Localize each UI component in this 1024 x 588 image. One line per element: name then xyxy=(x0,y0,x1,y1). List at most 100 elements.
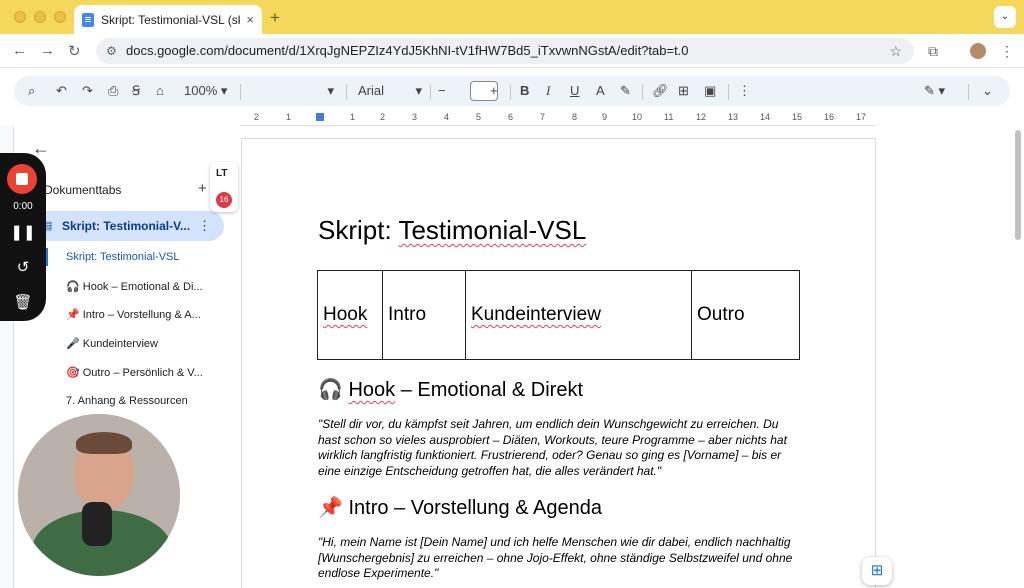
reload-icon[interactable]: ↻ xyxy=(68,42,81,60)
docs-toolbar: ⌕ ↶ ↷ ⎙ Ꞩ ⌂ 100% ▾ ▾ Arial ▾ − + B I U A … xyxy=(14,76,1010,106)
hook-heading: 🎧 Hook – Emotional & Direkt xyxy=(318,377,583,402)
increase-font-size-button[interactable]: + xyxy=(490,83,498,99)
browser-menu-icon[interactable]: ⋮ xyxy=(1000,43,1014,60)
outline-item[interactable]: Skript: Testimonial-VSL xyxy=(66,251,180,263)
more-options-icon[interactable]: ⋮ xyxy=(738,83,751,99)
underline-button[interactable]: U xyxy=(570,83,579,99)
browser-tab[interactable]: Skript: Testimonial-VSL (skoo × xyxy=(74,5,262,34)
delete-icon[interactable]: 🗑︎ xyxy=(0,293,46,311)
sidebar-item-active-tab[interactable]: ▤ Skript: Testimonial-V... ⋮ xyxy=(30,211,224,241)
forward-arrow-icon[interactable]: → xyxy=(40,42,55,59)
font-value: Arial xyxy=(358,83,385,98)
ruler-mark: 12 xyxy=(696,112,707,122)
outline-item[interactable]: 🎤 Kundeinterview xyxy=(66,337,158,350)
toolbar-divider xyxy=(642,84,643,100)
search-menus-icon[interactable]: ⌕ xyxy=(28,83,35,99)
new-tab-button[interactable]: + xyxy=(270,8,280,28)
redo-icon[interactable]: ↷ xyxy=(82,83,93,99)
undo-icon[interactable]: ↶ xyxy=(56,83,67,99)
ruler-mark: 2 xyxy=(380,112,386,122)
vertical-scrollbar[interactable] xyxy=(1013,126,1024,588)
restart-icon[interactable]: ↺ xyxy=(0,258,46,276)
document-page[interactable] xyxy=(241,138,876,588)
webcam-person-hair xyxy=(76,432,132,454)
paint-format-icon[interactable]: ⌂ xyxy=(156,83,164,99)
sections-table[interactable]: Hook Intro Kundeinterview Outro xyxy=(317,270,800,360)
ruler-mark: 2 xyxy=(254,112,260,122)
bookmark-star-icon[interactable]: ☆ xyxy=(889,38,902,64)
table-cell: Hook xyxy=(317,270,383,360)
insert-image-icon[interactable]: ▣ xyxy=(704,83,716,99)
maximize-window-button[interactable] xyxy=(54,11,66,23)
add-tab-button[interactable]: + xyxy=(198,180,207,197)
ruler-mark: 16 xyxy=(824,112,835,122)
add-comment-fab[interactable]: ⊞ xyxy=(862,557,892,585)
pause-icon[interactable]: ❚❚ xyxy=(0,223,46,241)
text-color-button[interactable]: A xyxy=(596,83,605,99)
recording-time: 0:00 xyxy=(13,201,33,212)
hook-heading-word: Hook xyxy=(348,379,396,401)
tab-close-icon[interactable]: × xyxy=(246,12,254,27)
intro-paragraph: "Hi, mein Name ist [Dein Name] und ich h… xyxy=(318,535,793,580)
outline-item[interactable]: 🎧 Hook – Emotional & Di... xyxy=(66,280,203,293)
table-cell-text: Hook xyxy=(323,304,368,325)
scrollbar-thumb[interactable] xyxy=(1015,130,1021,240)
toolbar-divider xyxy=(430,84,431,100)
zoom-select[interactable]: 100% ▾ xyxy=(184,83,227,99)
bold-button[interactable]: B xyxy=(520,83,529,99)
intro-heading: 📌 Intro – Vorstellung & Agenda xyxy=(318,495,602,520)
webcam-overlay xyxy=(18,414,180,576)
profile-avatar[interactable] xyxy=(970,43,986,59)
table-cell: Kundeinterview xyxy=(465,270,692,360)
outline-current-indicator xyxy=(46,248,48,266)
close-window-button[interactable] xyxy=(14,11,26,23)
tab-search-chevron-icon[interactable]: ⌄ xyxy=(994,6,1016,28)
intro-heading-text: Intro – Vorstellung & Agenda xyxy=(348,497,602,519)
url-text: docs.google.com/document/d/1XrqJgNEPZIz4… xyxy=(126,43,689,58)
toolbar-divider xyxy=(510,84,511,100)
languagetool-widget[interactable]: LT 16 xyxy=(210,162,238,212)
add-comment-icon[interactable]: ⊞ xyxy=(678,83,689,99)
site-settings-icon[interactable]: ⚙ xyxy=(106,38,117,64)
hook-paragraph: "Stell dir vor, du kämpfst seit Jahren, … xyxy=(318,417,787,478)
outline-item[interactable]: 📌 Intro – Vorstellung & A... xyxy=(66,308,201,321)
decrease-font-size-button[interactable]: − xyxy=(438,83,446,99)
font-select[interactable]: Arial ▾ xyxy=(358,83,422,99)
horizontal-ruler[interactable]: 2 1 1 2 3 4 5 6 7 8 9 10 11 12 13 14 15 … xyxy=(240,110,876,126)
title-prefix: Skript: xyxy=(318,215,399,245)
print-icon[interactable]: ⎙ xyxy=(108,83,118,99)
table-cell-text: Outro xyxy=(697,304,745,325)
minimize-window-button[interactable] xyxy=(34,11,46,23)
back-arrow-icon[interactable]: ← xyxy=(12,42,27,59)
ruler-mark: 6 xyxy=(508,112,514,122)
ruler-mark: 10 xyxy=(632,112,643,122)
ruler-mark: 11 xyxy=(664,112,674,122)
ruler-mark: 4 xyxy=(444,112,450,122)
sidebar-header: Dokumenttabs xyxy=(44,183,122,197)
ruler-mark: 9 xyxy=(602,112,608,122)
editing-mode-pencil-icon[interactable]: ✎ ▾ xyxy=(924,83,945,99)
ruler-mark: 15 xyxy=(792,112,803,122)
tab-options-icon[interactable]: ⋮ xyxy=(198,218,211,234)
stop-recording-button[interactable] xyxy=(7,164,37,194)
spellcheck-icon[interactable]: Ꞩ xyxy=(132,83,140,99)
url-input[interactable]: ⚙ docs.google.com/document/d/1XrqJgNEPZI… xyxy=(96,38,914,64)
insert-link-icon[interactable]: 🔗︎ xyxy=(652,83,669,99)
hook-heading-rest: – Emotional & Direkt xyxy=(395,379,584,401)
outline-item[interactable]: 7. Anhang & Ressourcen xyxy=(66,395,188,407)
left-indent-marker[interactable] xyxy=(316,113,324,121)
toolbar-divider xyxy=(346,84,347,100)
outline-item[interactable]: 🎯 Outro – Persönlich & V... xyxy=(66,366,203,379)
ruler-mark: 17 xyxy=(856,112,867,122)
table-cell: Intro xyxy=(382,270,466,360)
table-cell-text: Intro xyxy=(388,304,427,325)
screen-recorder-panel: 0:00 ❚❚ ↺ 🗑︎ xyxy=(0,153,46,321)
extensions-icon[interactable]: ⧉ xyxy=(928,43,938,60)
document-title: Skript: Testimonial-VSL xyxy=(318,215,586,246)
highlight-pen-icon[interactable]: ✎ xyxy=(620,83,631,99)
collapse-toolbar-chevron-icon[interactable]: ⌄ xyxy=(982,83,993,99)
title-main: Testimonial-VSL xyxy=(398,215,587,245)
sidebar-active-tab-label: Skript: Testimonial-V... xyxy=(62,219,191,233)
italic-button[interactable]: I xyxy=(546,83,550,99)
ruler-mark: 1 xyxy=(350,112,356,122)
